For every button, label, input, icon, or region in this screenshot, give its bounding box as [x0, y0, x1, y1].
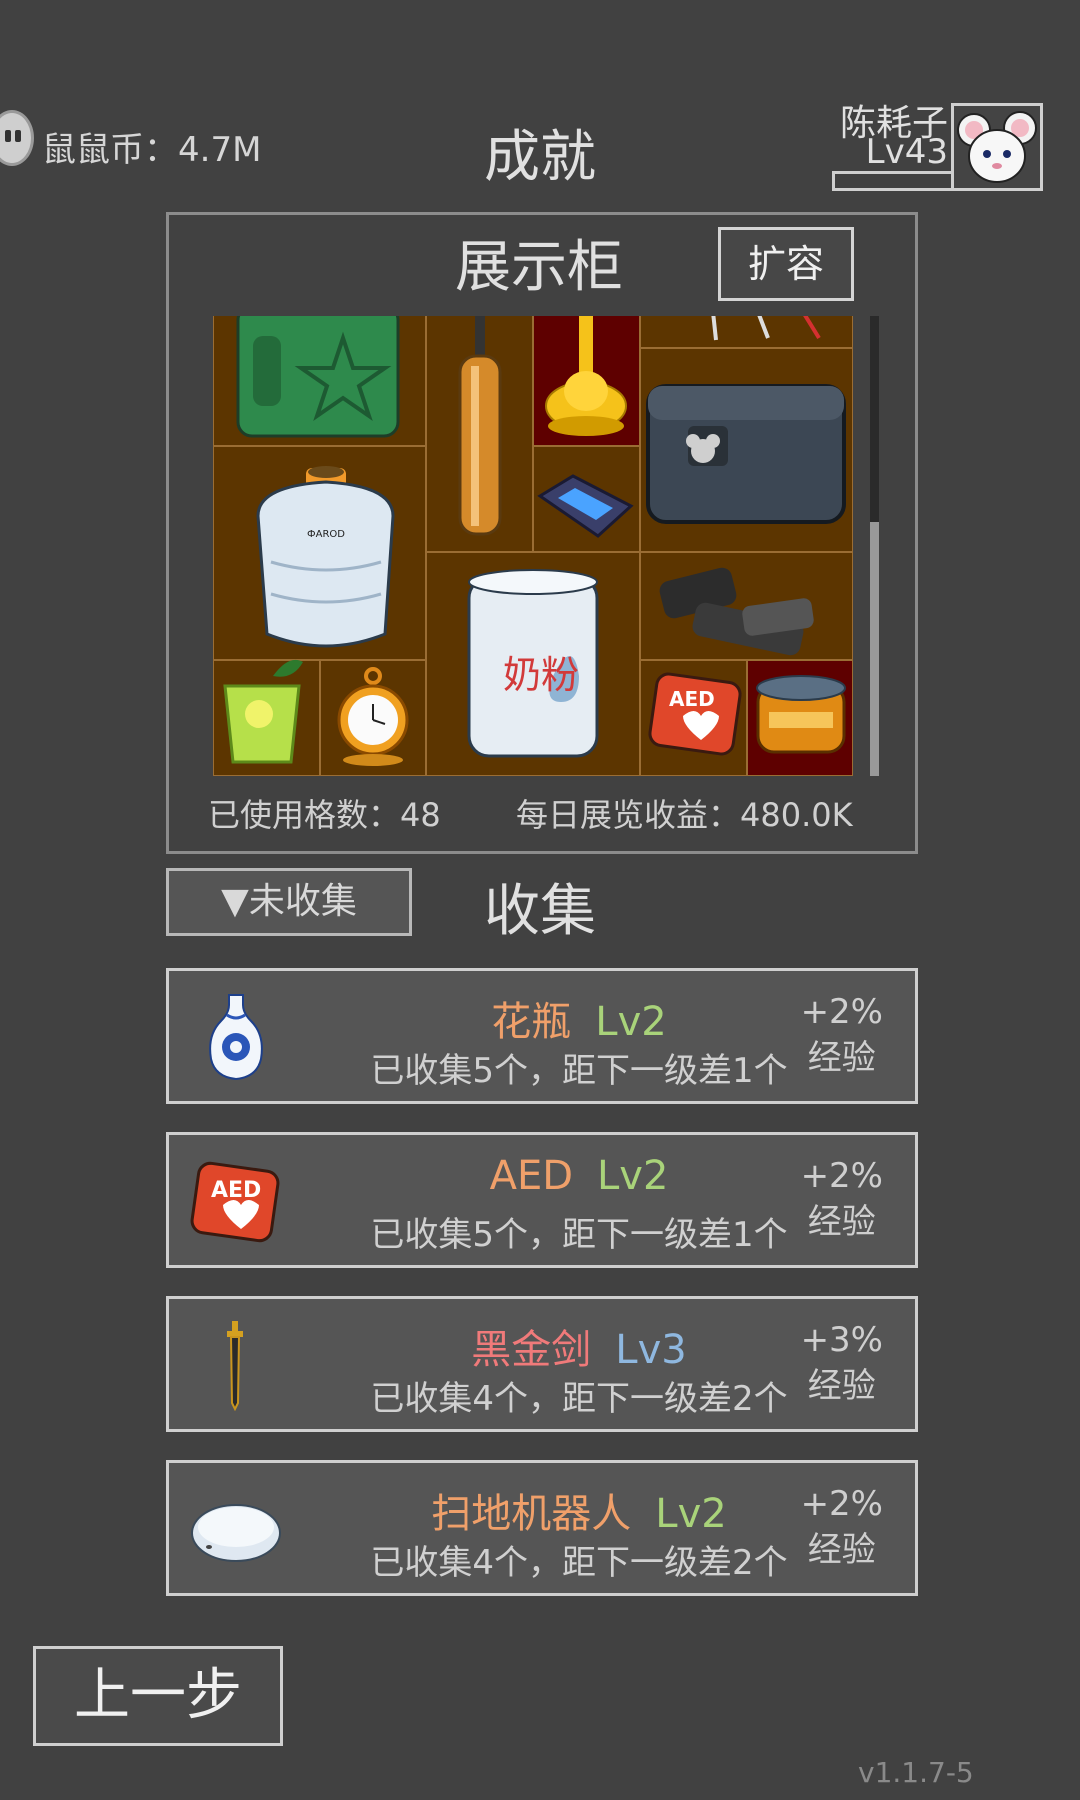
- bonus-value: +2%: [800, 1484, 883, 1524]
- sword-icon: [189, 1317, 283, 1412]
- collection-progress: 已收集4个，距下一级差2个: [370, 1543, 788, 1583]
- back-button[interactable]: 上一步: [33, 1646, 283, 1746]
- item-name: 花瓶: [491, 999, 572, 1045]
- item-level: Lv2: [597, 1153, 669, 1199]
- knives-icon: [711, 316, 821, 341]
- xp-bonus: +2% 经验: [801, 1153, 883, 1245]
- collection-progress: 已收集5个，距下一级差1个: [370, 1215, 788, 1255]
- mouse-avatar-icon: [957, 111, 1037, 183]
- card-title: AED Lv2: [299, 1153, 859, 1199]
- collection-card[interactable]: 花瓶 Lv2 已收集5个，距下一级差1个 +2% 经验: [166, 968, 918, 1104]
- showcase-items: ФАRОD 奶粉 AED: [223, 316, 846, 766]
- pocket-watch-icon: [337, 667, 409, 766]
- tin-jar-icon: [756, 675, 846, 754]
- collection-card[interactable]: AED AED Lv2 已收集5个，距下一级差1个 +2% 经验: [166, 1132, 918, 1268]
- item-name: AED: [489, 1153, 574, 1199]
- bonus-value: +2%: [800, 992, 883, 1032]
- card-title: 扫地机器人 Lv2: [299, 1481, 859, 1539]
- dewar-icon: ФАRОD: [256, 466, 395, 648]
- collection-card[interactable]: 扫地机器人 Lv2 已收集4个，距下一级差2个 +2% 经验: [166, 1460, 918, 1596]
- player-level: Lv43: [865, 132, 948, 172]
- svg-text:AED: AED: [669, 687, 715, 711]
- aed-icon: AED: [189, 1153, 283, 1247]
- cocktail-icon: [223, 659, 303, 764]
- xp-bonus: +3% 经验: [801, 1317, 883, 1409]
- version-text: v1.1.7-5: [858, 1756, 974, 1789]
- bonus-label: 经验: [807, 1038, 876, 1078]
- bonus-label: 经验: [807, 1530, 876, 1570]
- item-name: 黑金剑: [471, 1327, 592, 1373]
- jerrycan-icon: [236, 316, 400, 438]
- used-slots-text: 已使用格数：48: [208, 796, 441, 834]
- cpu-chip-icon: [537, 474, 634, 538]
- bonus-label: 经验: [807, 1202, 876, 1242]
- milk-formula-icon: 奶粉: [467, 569, 599, 758]
- collection-progress: 已收集4个，距下一级差2个: [370, 1379, 788, 1419]
- xp-bonus: +2% 经验: [801, 989, 883, 1081]
- storage-box-icon: [646, 384, 846, 524]
- card-title: 黑金剑 Lv3: [299, 1317, 859, 1375]
- card-title: 花瓶 Lv2: [299, 989, 859, 1047]
- xp-bonus: +2% 经验: [801, 1481, 883, 1573]
- avatar[interactable]: [951, 103, 1043, 191]
- trophy-icon: [545, 316, 627, 436]
- vase-icon: [189, 989, 283, 1083]
- robot-vacuum-icon: [189, 1481, 283, 1575]
- showcase-grid[interactable]: ФАRОD 奶粉 AED: [213, 316, 853, 776]
- item-level: Lv2: [655, 1491, 727, 1537]
- collection-title: 收集: [484, 879, 596, 944]
- item-name: 扫地机器人: [431, 1491, 632, 1537]
- aed-icon: AED: [648, 672, 742, 756]
- collection-card[interactable]: 黑金剑 Lv3 已收集4个，距下一级差2个 +3% 经验: [166, 1296, 918, 1432]
- bonus-label: 经验: [807, 1366, 876, 1406]
- pump-icon: [458, 316, 502, 536]
- gun-parts-icon: [659, 567, 814, 656]
- expand-button[interactable]: 扩容: [718, 227, 854, 301]
- bonus-value: +2%: [800, 1156, 883, 1196]
- xp-bar: [832, 171, 956, 191]
- item-level: Lv2: [595, 999, 667, 1045]
- showcase-scrollbar-thumb[interactable]: [870, 522, 879, 776]
- collection-progress: 已收集5个，距下一级差1个: [370, 1051, 788, 1091]
- bonus-value: +3%: [800, 1320, 883, 1360]
- daily-income-text: 每日展览收益：480.0K: [516, 796, 853, 834]
- svg-text:奶粉: 奶粉: [503, 653, 579, 697]
- svg-text:ФАRОD: ФАRОD: [307, 529, 345, 540]
- item-level: Lv3: [615, 1327, 687, 1373]
- svg-text:AED: AED: [211, 1178, 261, 1203]
